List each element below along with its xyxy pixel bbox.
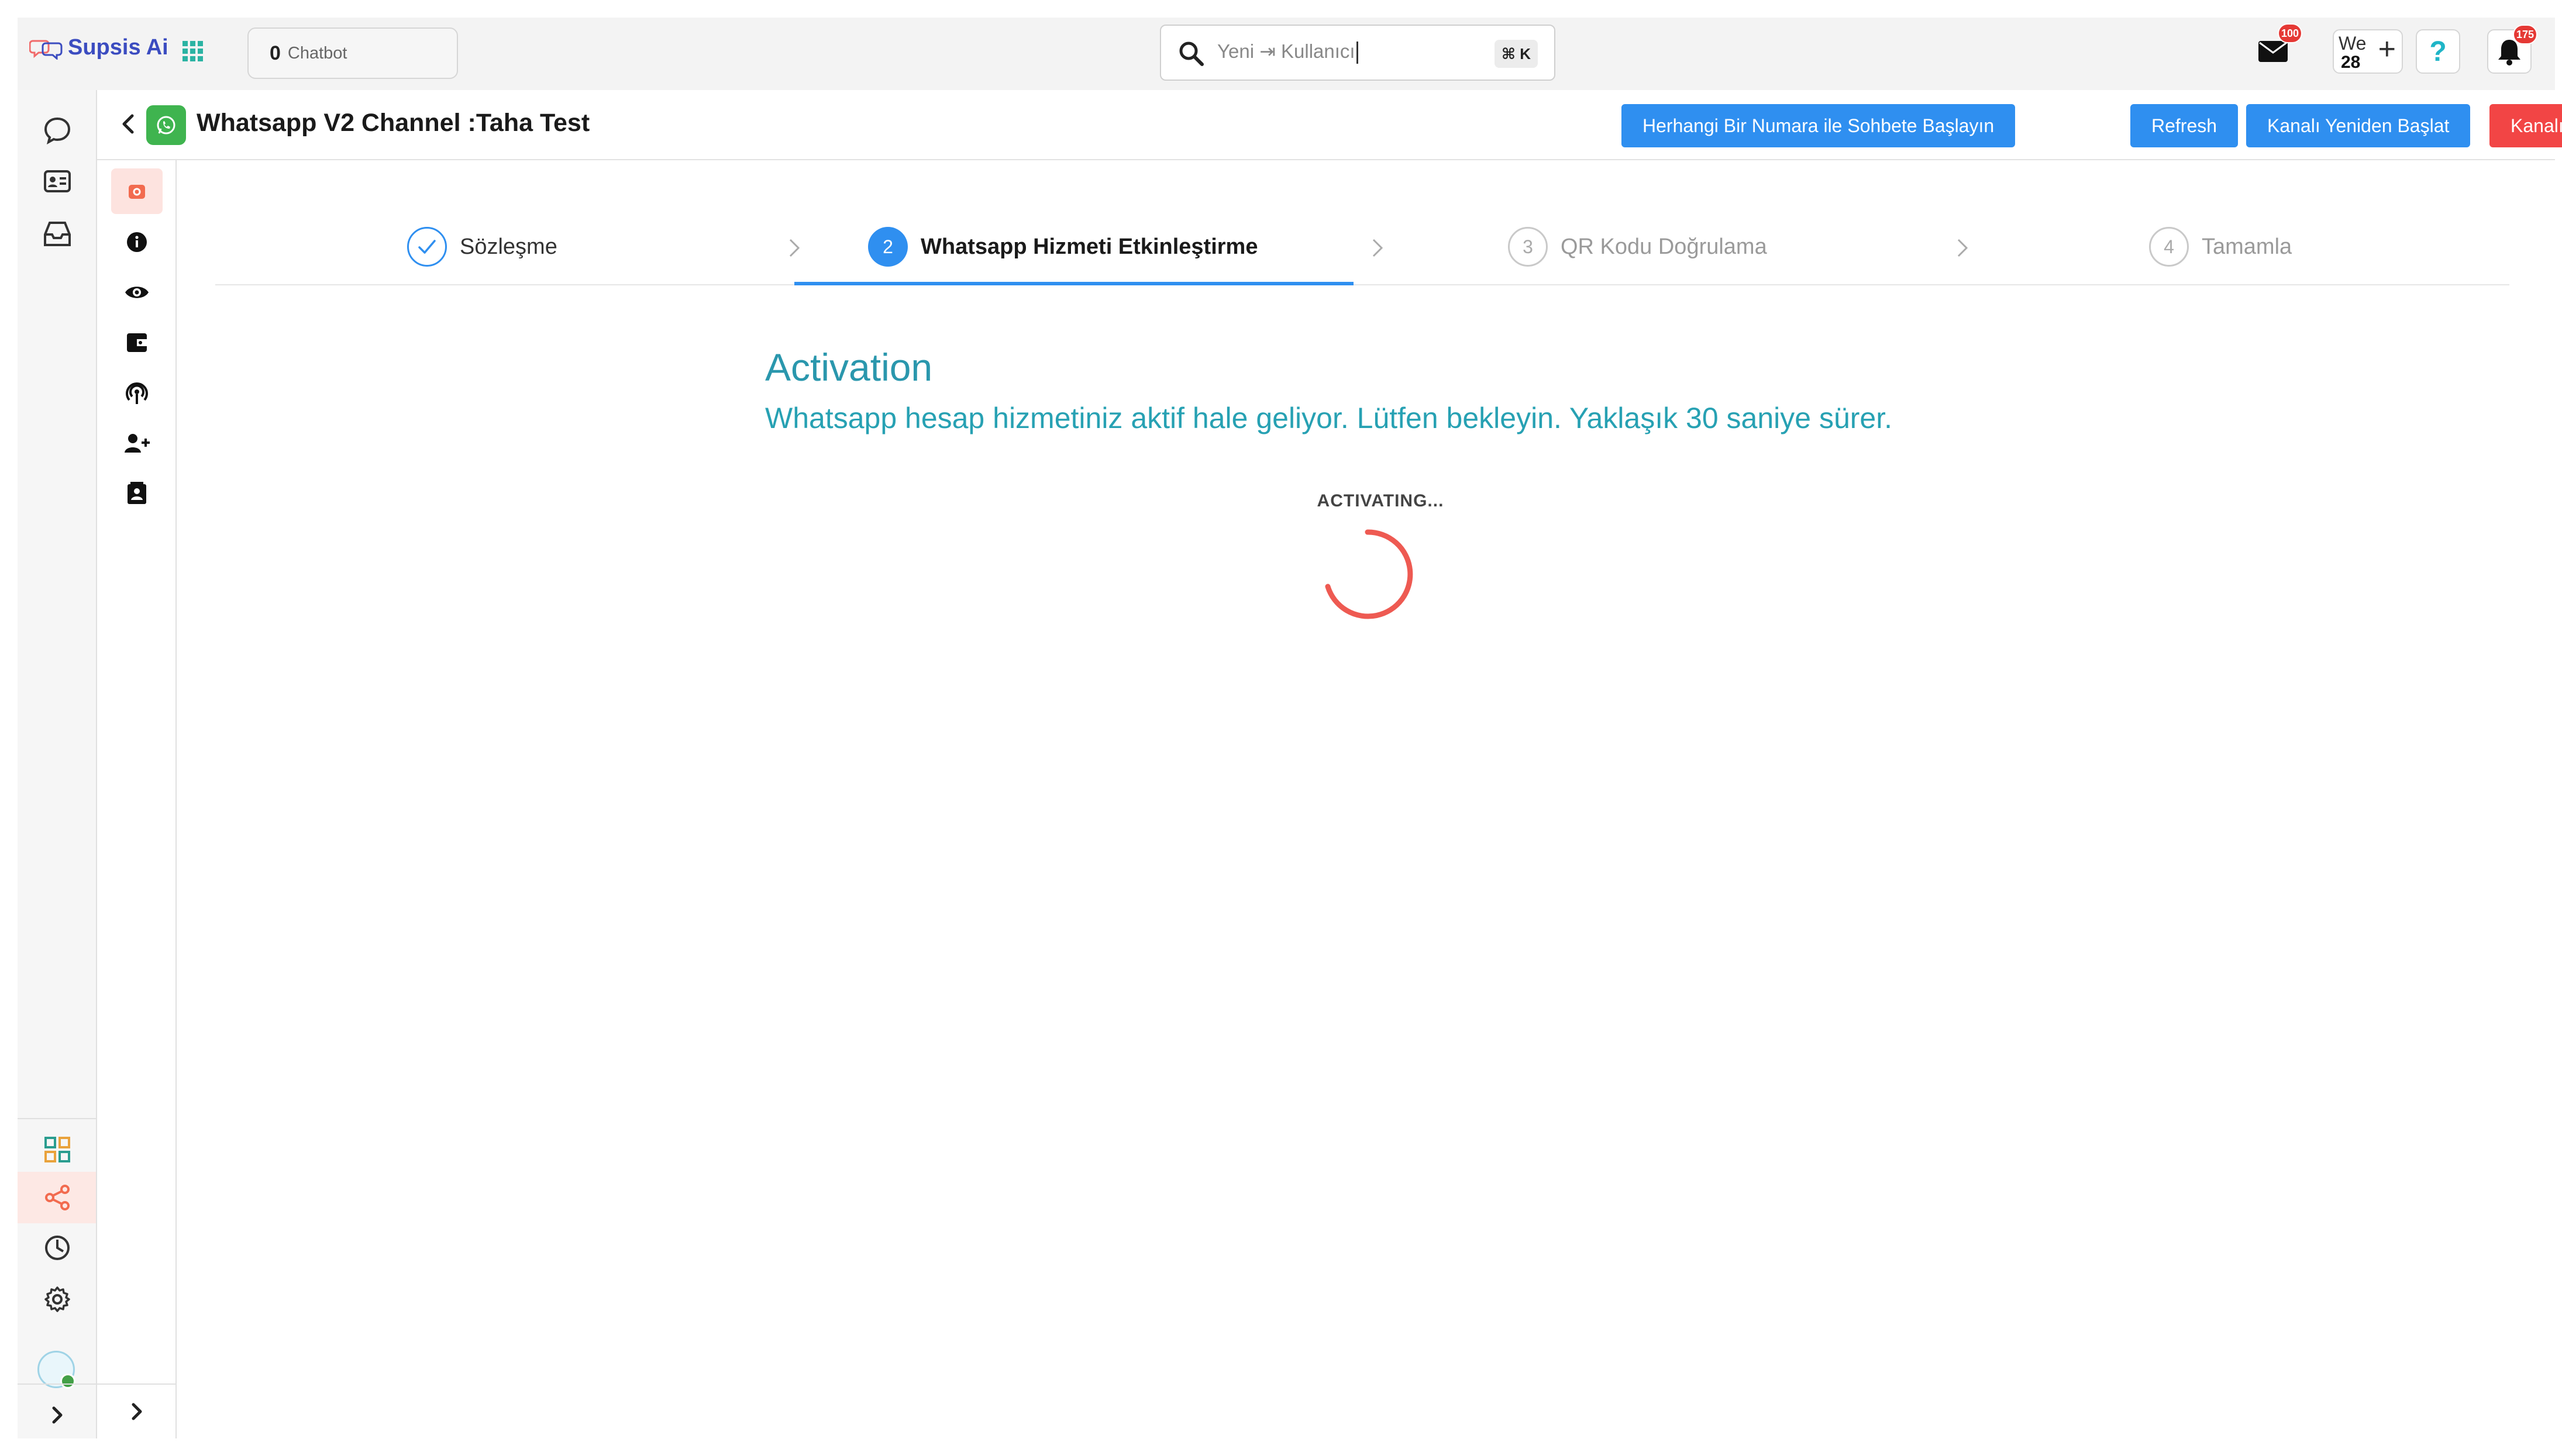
channel-menu-overview[interactable] (122, 177, 152, 207)
channel-header: Whatsapp V2 Channel :Taha Test Herhangi … (97, 90, 2562, 160)
setup-stepper: Sözleşme 2 Whatsapp Hizmeti Etkinleştirm… (215, 213, 2509, 285)
chatbot-counter[interactable]: 0 Chatbot (247, 27, 458, 79)
expand-channel-menu-button[interactable] (122, 1396, 152, 1427)
activation-subtitle: Whatsapp hesap hizmetiniz aktif hale gel… (765, 402, 1893, 434)
delete-channel-button[interactable]: Kanalı Sil (2489, 104, 2562, 147)
page-title: Whatsapp V2 Channel :Taha Test (197, 109, 590, 137)
add-event-icon: + (2378, 32, 2396, 66)
whatsapp-icon (157, 116, 175, 134)
clock-chart-icon (45, 1236, 70, 1260)
user-plus-icon (125, 434, 150, 453)
activation-status: ACTIVATING... (1317, 491, 1444, 510)
inbox-icon (44, 222, 71, 246)
chevron-right-icon (52, 1406, 63, 1424)
info-icon (127, 232, 147, 252)
step-chevron-icon (1957, 239, 1968, 257)
channel-menu-wallet[interactable] (122, 327, 152, 358)
back-arrow-icon[interactable] (116, 111, 142, 137)
grid-icon (44, 1137, 70, 1162)
notifications-badge: 175 (2512, 25, 2537, 44)
step-agreement[interactable]: Sözleşme (407, 225, 557, 269)
channel-menu-info[interactable] (122, 227, 152, 257)
step-activation[interactable]: 2 Whatsapp Hizmeti Etkinleştirme (868, 225, 1258, 269)
step-check-icon (407, 227, 447, 267)
channel-menu (97, 160, 177, 1438)
search-query-text: Yeni ⇥ Kullanıcı (1217, 40, 1355, 62)
user-avatar[interactable] (37, 1351, 75, 1389)
step-number: 4 (2149, 227, 2189, 267)
text-caret (1356, 42, 1358, 64)
step-label: Whatsapp Hizmeti Etkinleştirme (921, 234, 1258, 259)
nav-reports[interactable] (41, 1231, 74, 1264)
contact-card-icon (44, 170, 71, 192)
calendar-button[interactable]: We 28 + (2333, 29, 2403, 74)
nav-dashboard[interactable] (41, 1133, 74, 1166)
search-icon (1179, 42, 1204, 66)
main-sidebar (18, 90, 97, 1438)
search-input[interactable]: Yeni ⇥ Kullanıcı ⌘ K (1160, 25, 1555, 81)
chatbot-label: Chatbot (287, 43, 347, 63)
nav-inbox[interactable] (41, 218, 74, 250)
calendar-date: 28 (2341, 53, 2361, 72)
step-number: 2 (868, 227, 908, 267)
chevron-right-icon (132, 1403, 142, 1420)
logo-icon (29, 40, 63, 60)
wallet-icon (127, 333, 147, 352)
start-chat-button[interactable]: Herhangi Bir Numara ile Sohbete Başlayın (1621, 104, 2016, 147)
calendar-day: We (2339, 33, 2367, 54)
channel-icon (129, 185, 145, 199)
step-label: QR Kodu Doğrulama (1561, 234, 1767, 259)
sidebar-divider (18, 1118, 96, 1119)
channel-menu-preview[interactable] (122, 277, 152, 308)
mail-button[interactable]: 100 (2251, 23, 2302, 74)
help-button[interactable]: ? (2416, 29, 2460, 74)
eye-icon (125, 287, 149, 298)
nav-channels[interactable] (41, 1181, 74, 1214)
app-window: Supsis Ai 0 Chatbot Yeni ⇥ Kullanıcı ⌘ K (18, 18, 2562, 1438)
loading-spinner-icon (1325, 529, 1413, 619)
broadcast-icon (126, 382, 148, 404)
step-chevron-icon (1372, 239, 1383, 257)
restart-channel-button[interactable]: Kanalı Yeniden Başlat (2246, 104, 2471, 147)
envelope-icon (2258, 41, 2288, 62)
notifications-button[interactable]: 175 (2487, 25, 2537, 74)
apps-grid-icon[interactable] (181, 40, 205, 63)
step-number: 3 (1508, 227, 1548, 267)
brand-logo[interactable]: Supsis Ai (29, 35, 168, 60)
channel-menu-add-user[interactable] (122, 428, 152, 458)
active-step-indicator (794, 282, 1354, 285)
chatbot-count: 0 (270, 42, 281, 64)
step-label: Tamamla (2202, 234, 2292, 259)
brand-name: Supsis Ai (68, 35, 168, 60)
expand-sidebar-button[interactable] (41, 1399, 74, 1431)
step-complete[interactable]: 4 Tamamla (2149, 225, 2292, 269)
whatsapp-badge (146, 105, 186, 145)
refresh-button[interactable]: Refresh (2130, 104, 2239, 147)
nav-settings[interactable] (41, 1283, 74, 1316)
step-label: Sözleşme (460, 234, 557, 259)
sidebar-bottom-divider (18, 1383, 96, 1385)
online-status-dot (60, 1374, 75, 1389)
step-qr-verification[interactable]: 3 QR Kodu Doğrulama (1508, 225, 1767, 269)
channel-menu-divider (97, 1383, 175, 1385)
gear-icon (44, 1286, 70, 1312)
step-chevron-icon (789, 239, 800, 257)
help-icon: ? (2429, 36, 2447, 67)
chat-bubble-icon (44, 117, 71, 144)
share-icon (45, 1185, 70, 1210)
mail-badge: 100 (2277, 23, 2302, 43)
nav-contacts[interactable] (41, 165, 74, 198)
channel-menu-contacts[interactable] (122, 478, 152, 509)
nav-conversations[interactable] (41, 113, 74, 146)
search-query: Yeni ⇥ Kullanıcı (1217, 40, 1358, 64)
contacts-icon (128, 482, 146, 504)
activation-title: Activation (765, 346, 933, 389)
search-shortcut: ⌘ K (1494, 40, 1538, 68)
channel-menu-broadcast[interactable] (122, 378, 152, 408)
top-bar: Supsis Ai 0 Chatbot Yeni ⇥ Kullanıcı ⌘ K (18, 18, 2555, 91)
